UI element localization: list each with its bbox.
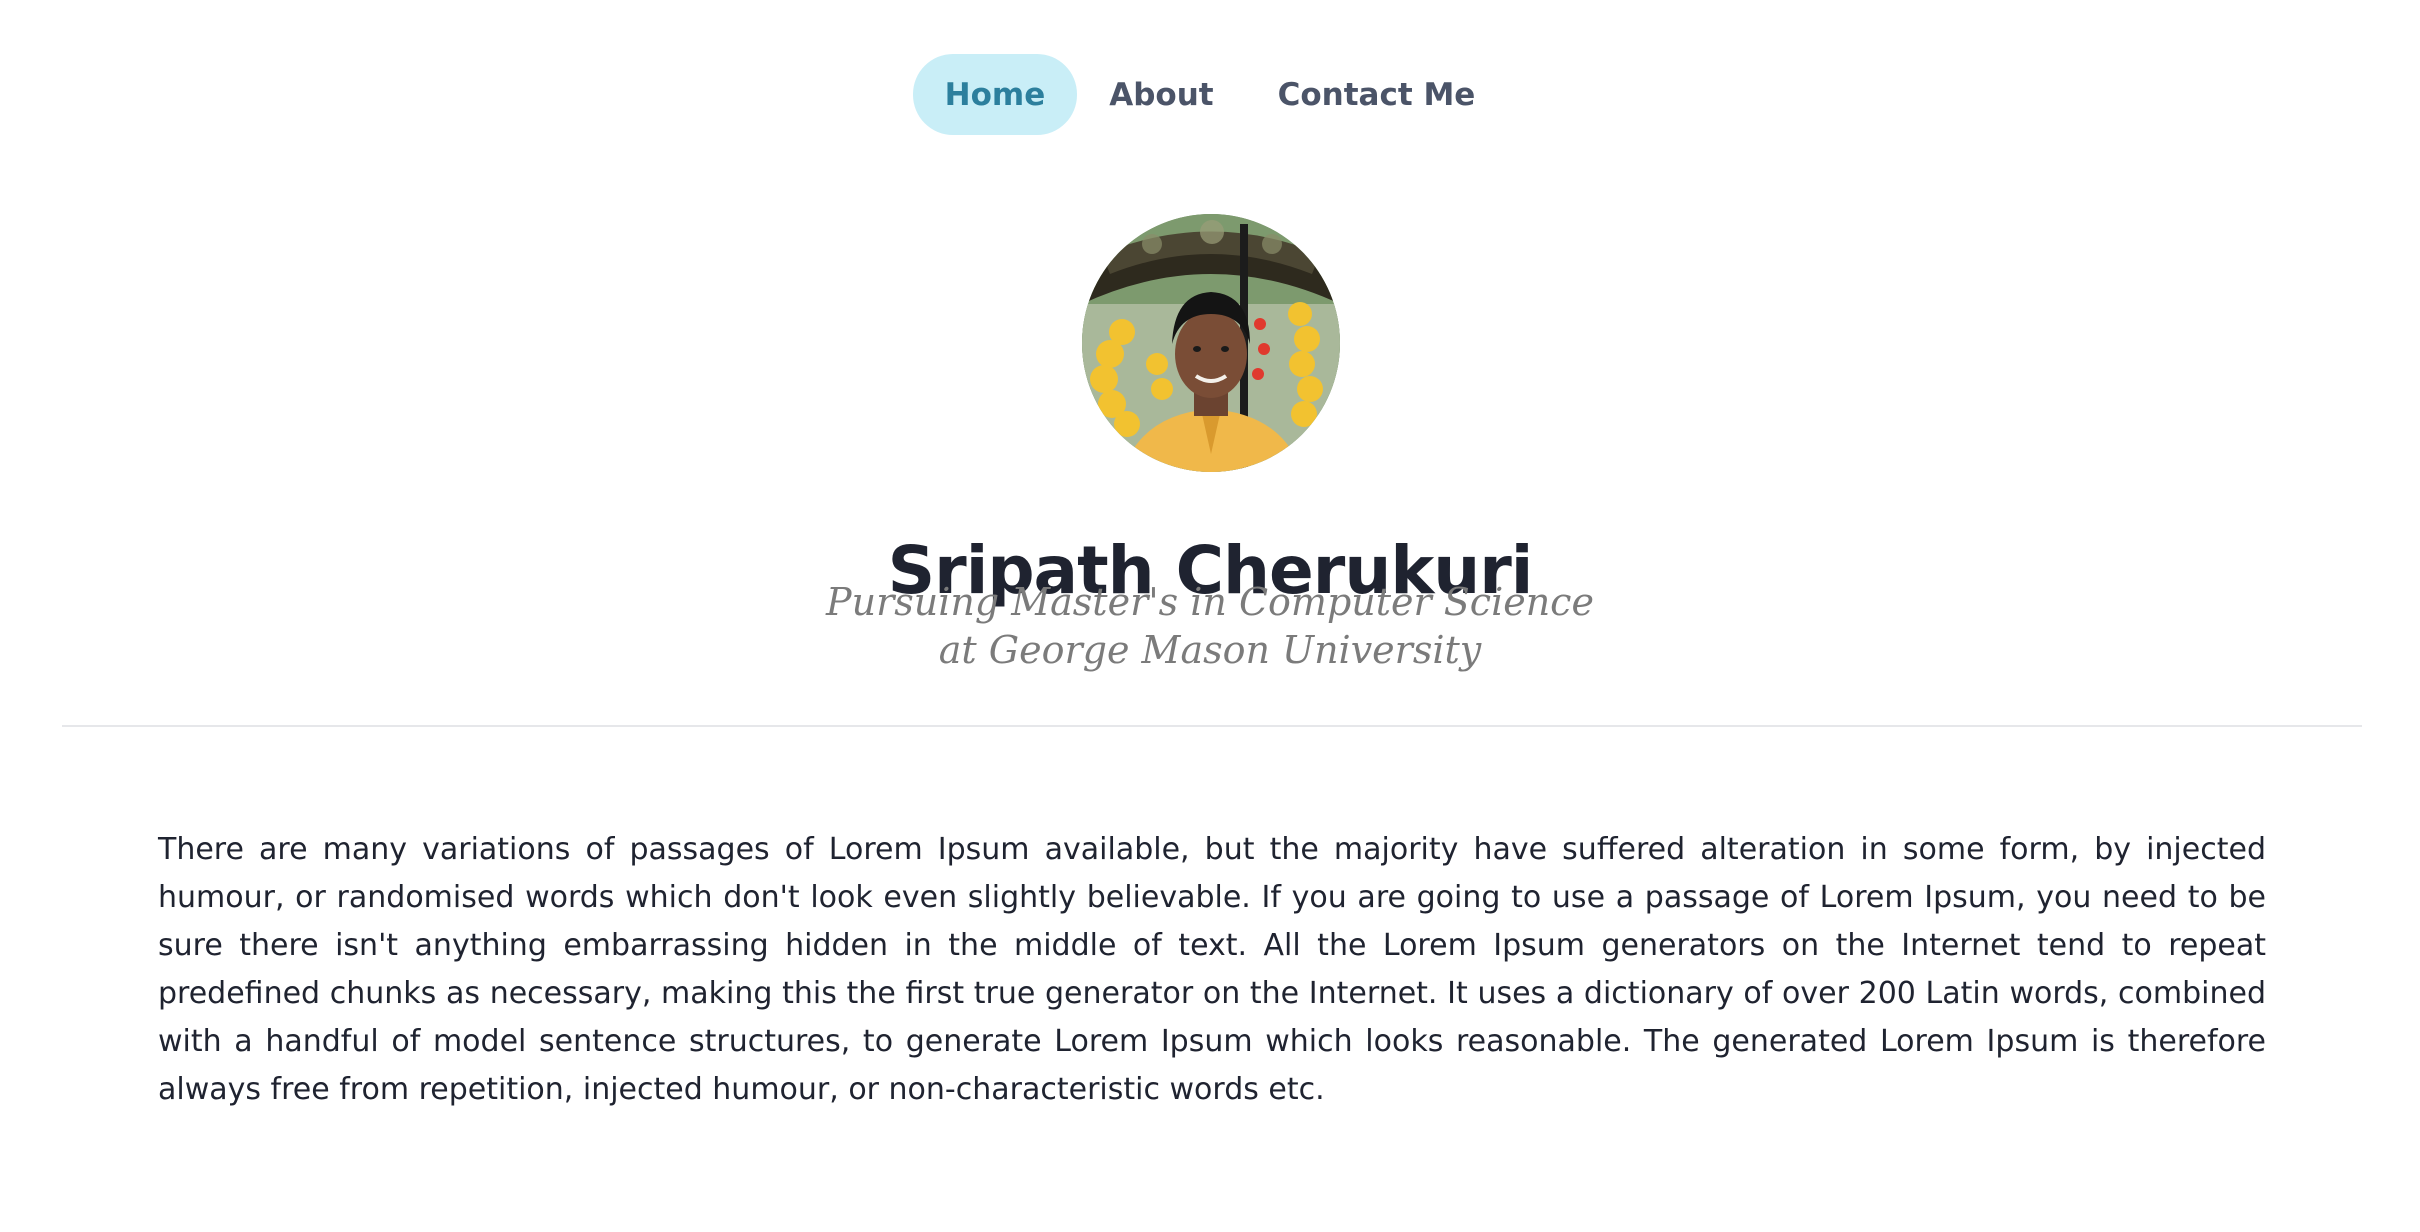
subtitle-line-1: Pursuing Master's in Computer Science: [826, 580, 1594, 624]
nav-contact-link[interactable]: Contact Me: [1246, 54, 1508, 135]
profile-avatar: [1082, 214, 1340, 472]
profile-subtitle: Pursuing Master's in Computer Science at…: [0, 578, 2420, 674]
intro-paragraph: There are many variations of passages of…: [158, 832, 2266, 1107]
subtitle-line-2: at George Mason University: [938, 628, 1482, 672]
nav-about-link[interactable]: About: [1077, 54, 1245, 135]
top-navigation: Home About Contact Me: [0, 54, 2420, 135]
section-divider: [62, 725, 2362, 727]
nav-home-link[interactable]: Home: [912, 54, 1078, 135]
profile-photo: [1082, 214, 1340, 472]
